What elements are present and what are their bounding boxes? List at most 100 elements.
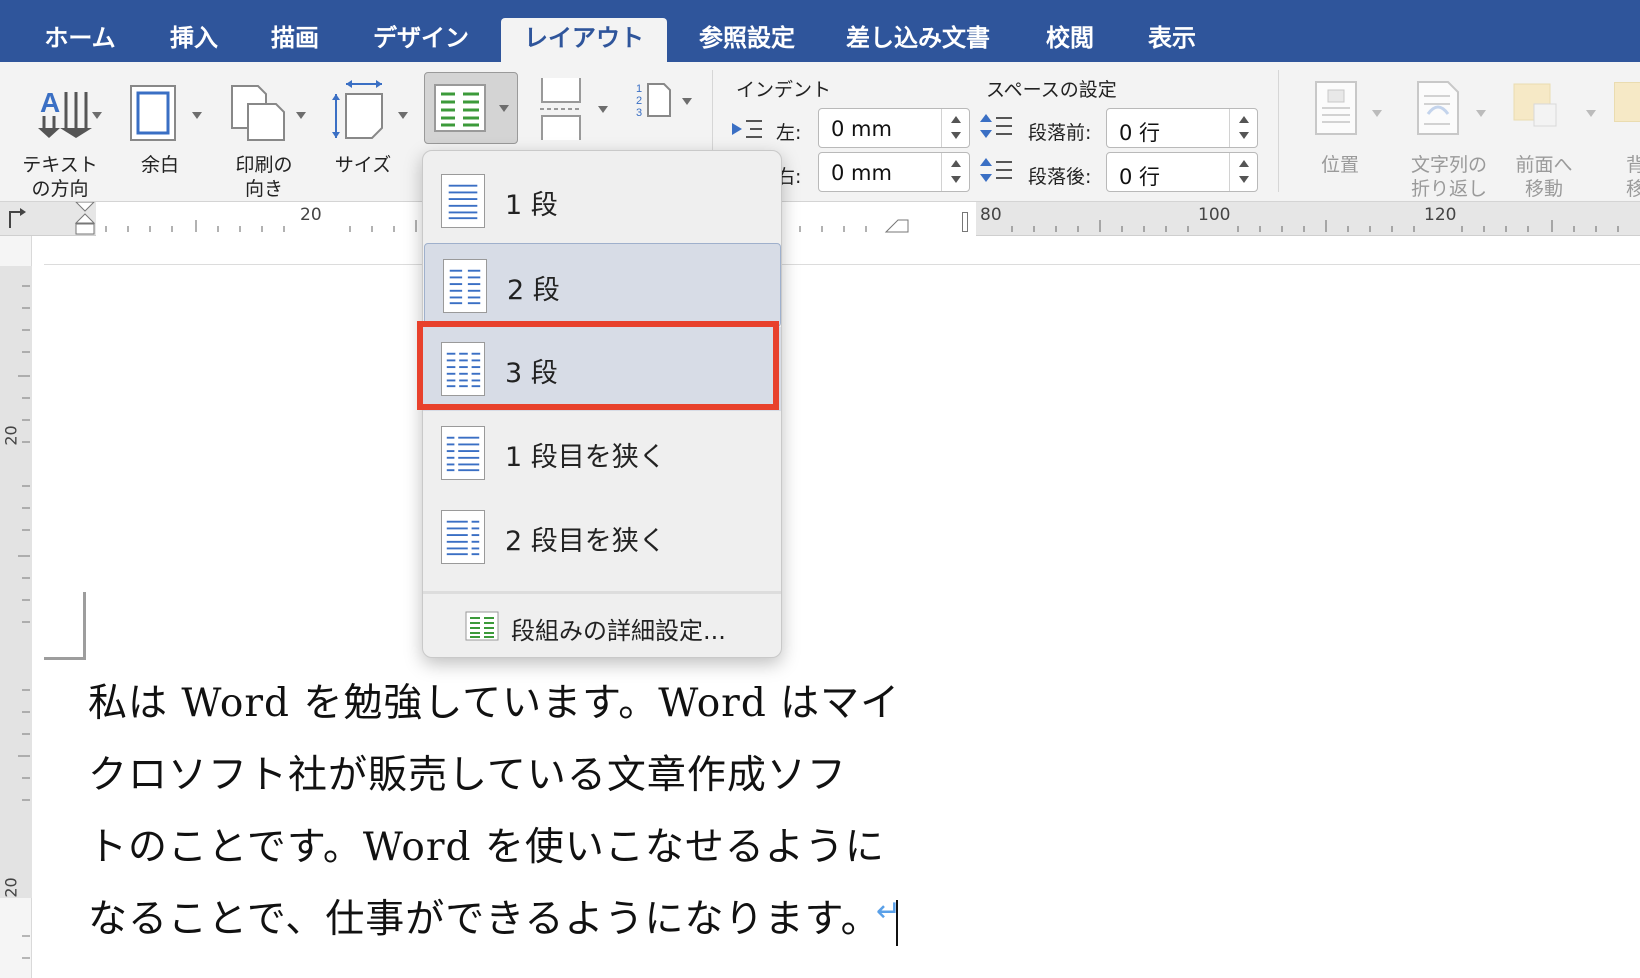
- tab-draw[interactable]: 描画: [265, 18, 325, 62]
- margin-corner-mark: [44, 657, 86, 660]
- chevron-down-icon: [682, 98, 692, 105]
- two-columns-icon: [443, 259, 487, 313]
- columns-button[interactable]: [424, 72, 518, 144]
- margin-corner-mark: [83, 592, 86, 660]
- indent-left-value: 0 mm: [831, 117, 892, 141]
- menu-separator: [423, 591, 781, 594]
- indent-marker-icon[interactable]: [74, 202, 96, 236]
- column-settings-icon: [465, 611, 499, 641]
- orientation-icon: [231, 85, 285, 141]
- line-number-2: 2: [636, 95, 642, 107]
- tab-insert[interactable]: 挿入: [164, 18, 224, 62]
- spacing-after-field[interactable]: 0 行: [1106, 152, 1258, 192]
- orientation-label-2: 向き: [244, 178, 283, 200]
- bring-forward-label-2: 移動: [1524, 178, 1563, 200]
- spacing-after-label: 段落後:: [1028, 166, 1092, 188]
- page-breaks-button[interactable]: [538, 76, 612, 144]
- orientation-button[interactable]: 印刷の 向き: [224, 72, 310, 200]
- column-marker[interactable]: [962, 212, 968, 232]
- bring-forward-button[interactable]: 前面へ 移動: [1510, 72, 1600, 200]
- spacing-after-stepper[interactable]: [1229, 153, 1257, 191]
- document-text-line[interactable]: クロソフト社が販売している文章作成ソフ: [88, 744, 847, 800]
- position-button[interactable]: 位置: [1302, 72, 1392, 198]
- text-cursor: [896, 900, 898, 946]
- tab-view[interactable]: 表示: [1144, 18, 1200, 62]
- ruler-number: 80: [980, 205, 1002, 225]
- spacing-after-value: 0 行: [1119, 165, 1161, 189]
- chevron-down-icon: [598, 106, 608, 113]
- horizontal-ruler[interactable]: 20 80 100 120: [0, 202, 1640, 236]
- vertical-ruler[interactable]: 20 20: [0, 236, 32, 978]
- chevron-down-icon: [398, 112, 408, 119]
- indent-left-icon: [732, 120, 762, 138]
- indent-title: インデント: [736, 79, 832, 101]
- spacing-before-field[interactable]: 0 行: [1106, 108, 1258, 148]
- indent-right-value: 0 mm: [831, 161, 892, 185]
- tab-references[interactable]: 参照設定: [695, 18, 799, 62]
- document-text-line[interactable]: なることで、仕事ができるようになります。: [88, 888, 881, 944]
- chevron-down-icon: [1586, 110, 1596, 117]
- position-icon: [1315, 81, 1357, 135]
- text-direction-label-1: テキスト: [22, 154, 98, 176]
- menu-item-column-settings[interactable]: 段組みの詳細設定...: [423, 597, 781, 657]
- chevron-down-icon: [92, 112, 102, 119]
- menu-item-two-columns[interactable]: 2 段: [424, 243, 781, 327]
- spacing-before-label: 段落前:: [1028, 122, 1092, 144]
- columns-icon: [434, 84, 486, 132]
- size-label: サイズ: [334, 154, 392, 176]
- indent-right-stepper[interactable]: [941, 153, 969, 191]
- tab-mailings[interactable]: 差し込み文書: [845, 18, 991, 62]
- menu-item-one-column[interactable]: 1 段: [423, 159, 781, 243]
- text-direction-icon: A: [38, 87, 92, 138]
- indent-right-field[interactable]: 0 mm: [818, 152, 970, 192]
- one-column-icon: [441, 174, 485, 228]
- layout-ribbon: A テキスト の方向 余白 印刷の 向き サイズ 1 2 3 インデント 左: …: [0, 62, 1640, 202]
- send-backward-label-2: 移: [1626, 178, 1640, 198]
- text-direction-label-2: の方向: [31, 178, 89, 200]
- document-text-line[interactable]: 私は Word を勉強しています。Word はマイ: [88, 672, 900, 728]
- ribbon-separator: [1278, 70, 1279, 192]
- spacing-before-icon: [980, 114, 1012, 138]
- tab-review[interactable]: 校閲: [1042, 18, 1098, 62]
- chevron-down-icon: [296, 112, 306, 119]
- spacing-before-value: 0 行: [1119, 121, 1161, 145]
- chevron-down-icon: [499, 105, 509, 112]
- svg-text:A: A: [40, 87, 60, 118]
- right-narrow-column-icon: [441, 510, 485, 564]
- ruler-ticks: [105, 220, 1619, 232]
- ruler-number: 20: [1, 877, 21, 898]
- text-direction-button[interactable]: A テキスト の方向: [20, 72, 106, 200]
- indent-left-stepper[interactable]: [941, 109, 969, 147]
- menu-item-right-narrow[interactable]: 2 段目を狭く: [423, 495, 781, 579]
- tab-home[interactable]: ホーム: [40, 18, 120, 62]
- line-numbers-icon: 1 2 3: [636, 83, 671, 119]
- page-breaks-icon: [540, 78, 582, 140]
- right-indent-marker-icon[interactable]: [884, 208, 910, 234]
- tab-layout[interactable]: レイアウト: [501, 18, 667, 62]
- menu-item-label: 1 段: [505, 190, 558, 221]
- document-text-line[interactable]: トのことです。Word を使いこなせるように: [88, 816, 885, 872]
- menu-item-left-narrow[interactable]: 1 段目を狭く: [423, 411, 781, 495]
- ribbon-tab-bar: ホーム 挿入 描画 デザイン レイアウト 参照設定 差し込み文書 校閲 表示: [0, 0, 1640, 62]
- margins-button[interactable]: 余白: [122, 72, 208, 198]
- line-number-3: 3: [636, 107, 642, 119]
- ruler-number: 20: [1, 425, 21, 446]
- send-backward-button[interactable]: 背 移: [1610, 72, 1640, 198]
- chevron-down-icon: [192, 112, 202, 119]
- annotation-highlight-box: [417, 321, 779, 410]
- indent-left-field[interactable]: 0 mm: [818, 108, 970, 148]
- left-narrow-column-icon: [441, 426, 485, 480]
- spacing-title: スペースの設定: [986, 79, 1117, 101]
- page-size-icon: [332, 80, 383, 139]
- position-label: 位置: [1320, 154, 1359, 176]
- bring-forward-label-1: 前面へ: [1515, 154, 1573, 176]
- spacing-before-stepper[interactable]: [1229, 109, 1257, 147]
- indent-left-label: 左:: [776, 122, 802, 144]
- menu-item-label: 1 段目を狭く: [505, 442, 666, 473]
- line-numbers-button[interactable]: 1 2 3: [636, 80, 692, 130]
- chevron-down-icon: [1476, 110, 1486, 117]
- tab-design[interactable]: デザイン: [371, 18, 471, 62]
- ruler-number: 120: [1424, 205, 1457, 225]
- ruler-number: 100: [1198, 205, 1231, 225]
- page-size-button[interactable]: サイズ: [326, 72, 412, 198]
